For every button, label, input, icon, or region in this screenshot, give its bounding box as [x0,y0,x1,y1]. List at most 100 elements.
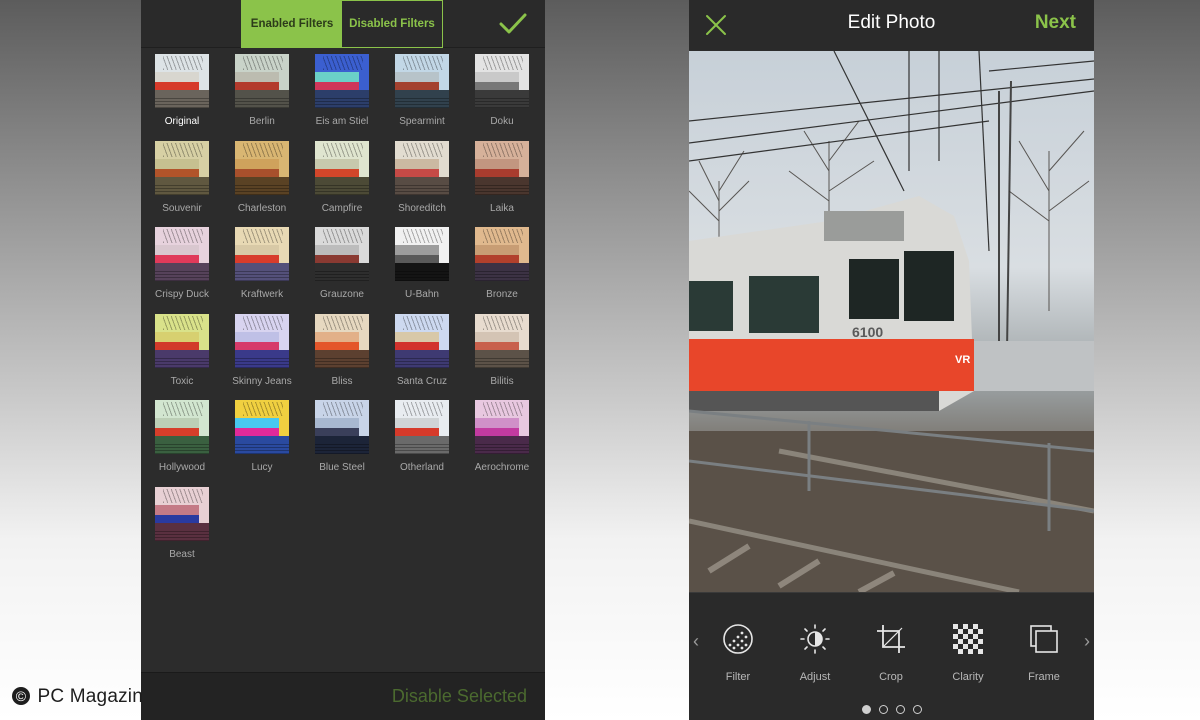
tab-enabled-filters[interactable]: Enabled Filters [242,1,342,47]
filter-tile[interactable]: Spearmint [381,54,461,134]
filter-tile[interactable]: Aerochrome [461,400,541,480]
filter-label: Berlin [249,116,275,127]
platform [969,341,1094,391]
filter-label: Original [164,116,200,127]
filter-thumbnail [475,54,529,108]
filter-thumbnail [395,400,449,454]
filter-thumbnail [155,54,209,108]
filter-manager-screen: Enabled Filters Disabled Filters Origina… [141,0,545,720]
edit-photo-screen: Edit Photo Next 6100 VR ‹ › Filter Adjus… [689,0,1094,720]
filter-tool-label: Filter [725,671,751,683]
filter-label: Crispy Duck [155,289,209,300]
filter-label: Laika [490,202,514,214]
filter-label: Santa Cruz [396,375,448,387]
filter-tile[interactable]: Bilitis [461,313,541,394]
photo-preview: 6100 VR [689,51,1094,592]
filter-tile[interactable]: Blue Steel [301,400,381,480]
filter-label: Campfire [321,202,363,214]
filter-tile[interactable]: Eis am Stiel [301,54,381,134]
crop-tool-label: Crop [879,671,903,683]
filter-thumbnail [395,54,449,108]
filter-tile[interactable]: U-Bahn [381,227,461,307]
filter-label: Souvenir [162,202,202,214]
filter-tile[interactable]: Hollywood [141,400,221,480]
filter-tile[interactable]: Otherland [381,400,461,480]
clarity-tool-label: Clarity [952,671,984,683]
filter-thumbnail [155,140,209,195]
page-dot[interactable] [895,705,905,714]
disable-selected-button[interactable]: Disable Selected [392,686,527,707]
filter-tile[interactable]: Berlin [221,54,301,134]
checkmark-icon[interactable] [499,12,527,36]
filter-label: Skinny Jeans [232,375,292,387]
filter-label: Lucy [251,462,273,473]
filter-label: Hollywood [158,462,206,473]
train-roof-unit [824,211,904,241]
next-button[interactable]: Next [1035,12,1076,34]
catenary-pylons [998,80,1012,352]
filter-tile[interactable]: Crispy Duck [141,227,221,307]
filter-tile[interactable]: Toxic [141,313,221,394]
filter-label: Kraftwerk [240,289,284,300]
chevron-right-icon[interactable]: › [1084,631,1090,652]
train-logo: VR [955,354,970,366]
filter-label: Bliss [331,375,353,387]
filter-label: Otherland [400,462,444,473]
filter-tile[interactable]: Doku [461,54,541,134]
filter-label: Shoreditch [398,202,446,214]
filter-tile[interactable]: Grauzone [301,227,381,307]
page-dot[interactable] [878,705,888,714]
brightness-icon [800,624,830,654]
filter-tile[interactable]: Laika [461,140,541,221]
train-window [749,276,819,333]
filter-thumbnail [155,313,209,368]
frame-icon [1030,625,1058,653]
filter-tile[interactable]: Beast [141,486,221,567]
filter-label: Eis am Stiel [315,116,369,127]
filter-thumbnail [475,140,529,195]
filter-tile[interactable]: Bliss [301,313,381,394]
filter-tile[interactable]: Souvenir [141,140,221,221]
adjust-tool-button[interactable]: Adjust [779,623,849,683]
watermark-text: PC Magazin [37,686,143,707]
filter-label: U-Bahn [405,289,439,300]
page-dot[interactable] [861,705,871,714]
tab-disabled-filters[interactable]: Disabled Filters [342,1,442,47]
page-dot[interactable] [912,705,922,714]
filter-tile[interactable]: Lucy [221,400,301,480]
filter-label: Blue Steel [319,462,365,473]
filter-thumbnail [395,313,449,368]
train-window [849,259,899,319]
filter-tile[interactable]: Kraftwerk [221,227,301,307]
train-window [689,281,733,331]
chevron-left-icon[interactable]: ‹ [693,631,699,652]
crop-tool-button[interactable]: Crop [855,623,925,683]
filter-tool-button[interactable]: Filter [702,623,772,683]
filter-manager-topbar: Enabled Filters Disabled Filters [141,0,545,48]
edit-toolbar: ‹ › Filter Adjust Crop Clarity Frame [689,592,1094,720]
filter-tile[interactable]: Campfire [301,140,381,221]
filter-thumbnail [395,140,449,195]
crop-icon [877,625,905,653]
frame-tool-label: Frame [1028,671,1060,683]
filter-label: Charleston [237,202,287,214]
copyright-symbol: © [12,687,30,705]
frame-tool-button[interactable]: Frame [1008,623,1078,683]
filter-tile[interactable]: Charleston [221,140,301,221]
filter-thumbnail [315,313,369,368]
edit-photo-topbar: Edit Photo Next [689,0,1094,50]
filter-label: Bilitis [490,375,514,387]
track-ballast [689,431,1094,592]
filter-tile[interactable]: Bronze [461,227,541,307]
filter-label: Aerochrome [474,462,530,473]
filter-tile[interactable]: Original [141,54,221,134]
filter-tile[interactable]: Skinny Jeans [221,313,301,394]
filter-thumbnail [315,140,369,195]
clarity-icon [953,624,983,654]
filter-thumbnail [155,400,209,454]
train-windshield [904,251,954,321]
clarity-tool-button[interactable]: Clarity [932,623,1002,683]
filter-tile[interactable]: Santa Cruz [381,313,461,394]
filter-thumbnail [155,227,209,281]
filter-tile[interactable]: Shoreditch [381,140,461,221]
